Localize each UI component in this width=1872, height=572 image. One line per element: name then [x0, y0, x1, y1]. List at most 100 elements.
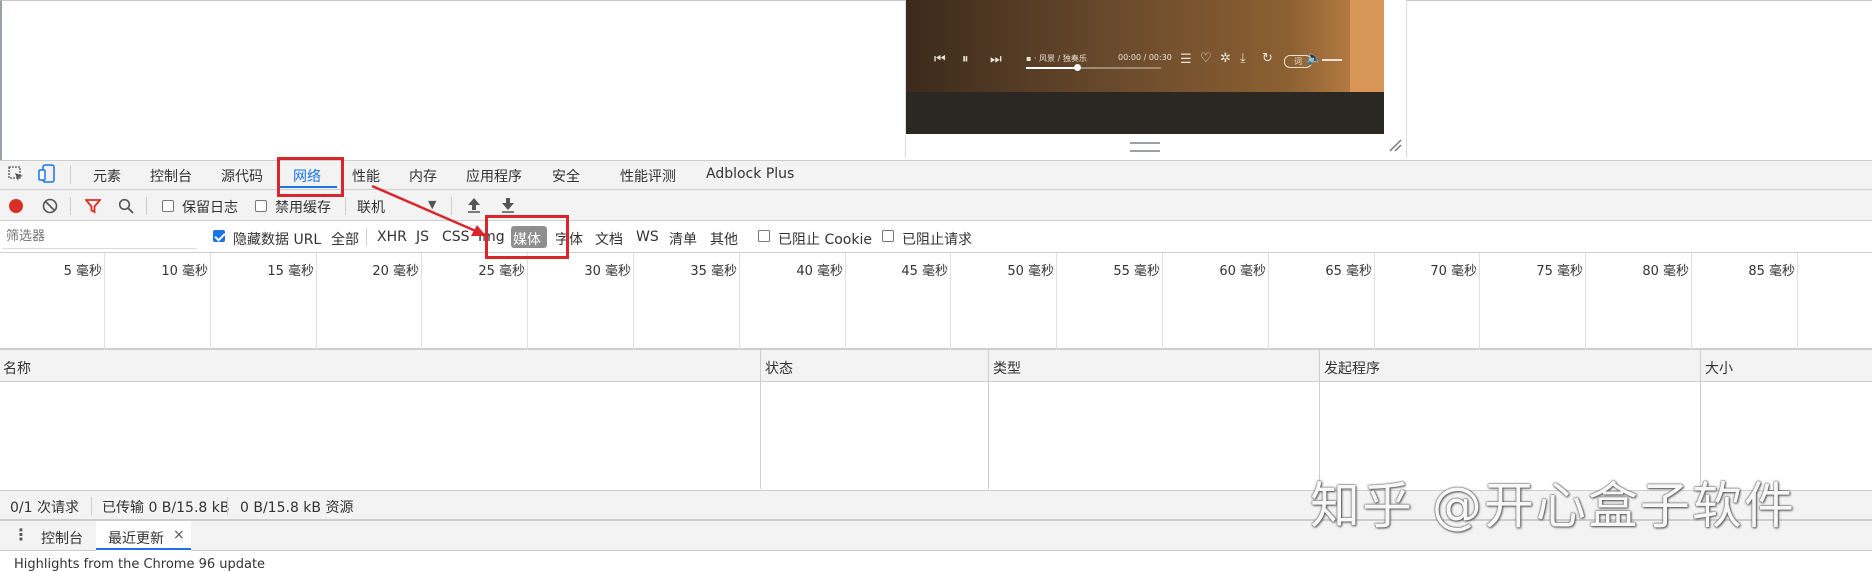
annotation-box-network [277, 157, 344, 197]
annotation-box-media [485, 215, 569, 259]
device-toolbar-icon[interactable] [38, 164, 56, 184]
timeline-tick-label: 85 毫秒 [1748, 264, 1795, 279]
grid-line [1374, 253, 1375, 350]
grid-line [316, 253, 317, 350]
resize-handle[interactable] [1130, 142, 1160, 152]
timeline-tick-label: 60 毫秒 [1219, 264, 1266, 279]
progress-fill [1026, 67, 1076, 69]
timeline-tick-label: 55 毫秒 [1113, 264, 1160, 279]
timeline-tick-label: 45 毫秒 [901, 264, 948, 279]
timeline-tick-label: 5 毫秒 [63, 264, 102, 279]
next-track-icon[interactable]: ⏭ [990, 52, 1002, 67]
pause-icon[interactable]: ⏸ [962, 52, 969, 67]
type-all[interactable]: 全部 [331, 229, 359, 249]
tab-sources[interactable]: 源代码 [221, 166, 263, 186]
type-doc[interactable]: 文档 [595, 229, 623, 249]
record-icon[interactable] [9, 199, 23, 213]
divider [345, 197, 346, 215]
player-footer [906, 92, 1384, 134]
timeline-tick-label: 10 毫秒 [161, 264, 208, 279]
export-har-icon[interactable] [501, 197, 515, 213]
grid-line [104, 253, 105, 350]
column-name[interactable]: 名称 [3, 358, 31, 378]
more-options-icon[interactable]: ⋮ [13, 525, 29, 544]
tab-adblock-plus[interactable]: Adblock Plus [706, 166, 794, 182]
annotation-arrow [370, 184, 490, 240]
hide-data-urls-checkbox[interactable] [213, 230, 225, 242]
request-table-header [0, 350, 1872, 382]
timeline-tick-label: 50 毫秒 [1007, 264, 1054, 279]
search-icon[interactable] [118, 198, 134, 214]
grid-line [1691, 253, 1692, 350]
timeline-tick-label: 40 毫秒 [796, 264, 843, 279]
divider [70, 166, 71, 184]
playlist-icon[interactable]: ☰ [1180, 52, 1192, 67]
loop-icon[interactable]: ↻ [1262, 51, 1273, 66]
player-side-panel [1350, 0, 1384, 92]
grid-line [527, 253, 528, 350]
corner-resize-icon[interactable] [1388, 138, 1402, 152]
type-other[interactable]: 其他 [710, 229, 738, 249]
inspect-element-icon[interactable] [8, 166, 26, 184]
previous-track-icon[interactable]: ⏮ [934, 52, 946, 67]
volume-slider[interactable] [1322, 59, 1342, 61]
heart-icon[interactable]: ♡ [1200, 51, 1212, 66]
grid-line [950, 253, 951, 350]
tab-console[interactable]: 控制台 [150, 166, 192, 186]
download-icon[interactable]: ⤓ [1240, 51, 1246, 66]
tab-performance[interactable]: 性能 [352, 166, 380, 186]
divider [70, 197, 71, 215]
grid-line [421, 253, 422, 350]
tab-lighthouse[interactable]: 性能评测 [620, 166, 676, 186]
grid-line [1162, 253, 1163, 350]
column-initiator[interactable]: 发起程序 [1324, 358, 1380, 378]
column-status[interactable]: 状态 [765, 358, 793, 378]
grid-line [1479, 253, 1480, 350]
tab-application[interactable]: 应用程序 [466, 166, 522, 186]
grid-line [633, 253, 634, 350]
grid-line [1585, 253, 1586, 350]
tab-security[interactable]: 安全 [552, 166, 580, 186]
request-count: 0/1 次请求 [10, 500, 79, 516]
type-manifest[interactable]: 清单 [669, 229, 697, 249]
shuffle-icon[interactable]: ✲ [1220, 51, 1231, 66]
timeline-tick-label: 70 毫秒 [1430, 264, 1477, 279]
drawer-tab-whats-new[interactable]: 最近更新 [108, 528, 164, 548]
preserve-log-checkbox[interactable] [162, 200, 174, 212]
timeline-tick-label: 30 毫秒 [584, 264, 631, 279]
blocked-requests-checkbox[interactable] [882, 230, 894, 242]
grid-line [210, 253, 211, 350]
preserve-log-label: 保留日志 [182, 200, 238, 216]
timeline-tick-label: 75 毫秒 [1536, 264, 1583, 279]
speaker-icon[interactable]: 🔈 [1306, 51, 1322, 66]
transferred-size: 已传输 0 B/15.8 kB [102, 500, 230, 516]
column-divider [760, 350, 761, 489]
filter-icon[interactable] [85, 198, 101, 214]
type-ws[interactable]: WS [636, 229, 659, 245]
grid-line [1797, 253, 1798, 350]
grid-line [1268, 253, 1269, 350]
divider [91, 497, 92, 515]
blocked-requests-label: 已阻止请求 [902, 232, 972, 248]
tab-elements[interactable]: 元素 [93, 166, 121, 186]
blocked-cookies-checkbox[interactable] [758, 230, 770, 242]
blocked-cookies-label: 已阻止 Cookie [778, 232, 872, 248]
disable-cache-checkbox[interactable] [255, 200, 267, 212]
drawer-tab-console[interactable]: 控制台 [41, 528, 83, 548]
divider [146, 197, 147, 215]
tab-memory[interactable]: 内存 [409, 166, 437, 186]
timeline-tick-label: 80 毫秒 [1642, 264, 1689, 279]
progress-knob[interactable] [1074, 64, 1081, 71]
resources-size: 0 B/15.8 kB 资源 [240, 500, 354, 516]
clear-icon[interactable] [42, 198, 58, 214]
column-size[interactable]: 大小 [1705, 358, 1733, 378]
hide-data-urls-label: 隐藏数据 URL [233, 232, 322, 248]
column-divider [988, 350, 989, 489]
close-icon[interactable]: × [173, 527, 185, 543]
song-title: ▪ · 风景 / 独奏乐 [1026, 54, 1087, 63]
filter-input[interactable] [2, 225, 197, 249]
divider [227, 497, 228, 515]
timeline-tick-label: 15 毫秒 [267, 264, 314, 279]
column-type[interactable]: 类型 [993, 358, 1021, 378]
timeline-tick-label: 20 毫秒 [372, 264, 419, 279]
